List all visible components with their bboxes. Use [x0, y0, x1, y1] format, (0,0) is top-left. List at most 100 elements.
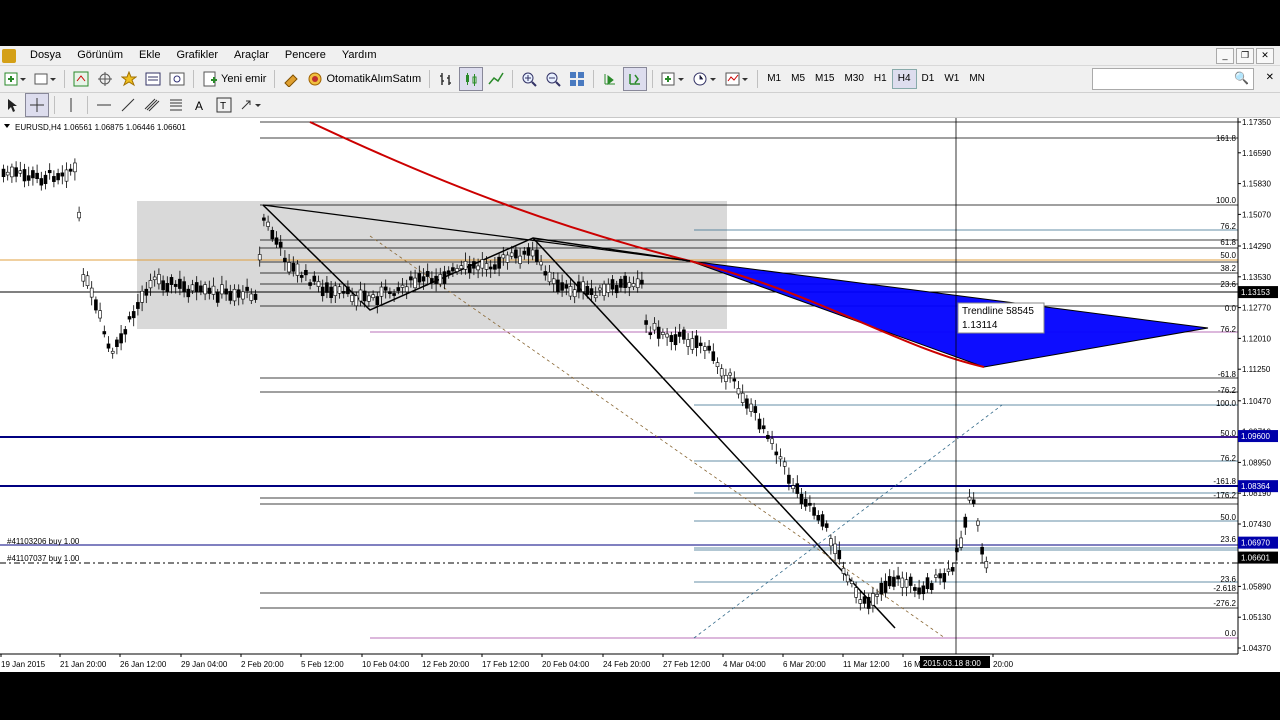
candle-body — [85, 275, 90, 287]
text-icon[interactable]: A — [189, 94, 211, 116]
price-chart[interactable]: 161.8 100.0 76.2 61.8 50.0 38.2 23.6 0.0 76.2 -61… — [0, 118, 1280, 672]
tester-icon[interactable] — [166, 68, 188, 90]
vertical-line-icon[interactable] — [60, 94, 82, 116]
price-tag-label: 1.09600 — [1241, 432, 1270, 441]
bar-chart-icon[interactable] — [435, 68, 457, 90]
close-search-icon[interactable]: ✕ — [1266, 72, 1274, 83]
new-order-button[interactable]: Yeni emir — [199, 68, 269, 90]
fib-label: 100.0 — [1216, 399, 1237, 408]
candle-body — [362, 290, 367, 302]
chart-area[interactable]: 161.8 100.0 76.2 61.8 50.0 38.2 23.6 0.0 76.2 -61… — [0, 118, 1280, 672]
search-icon[interactable]: 🔍 — [1234, 71, 1249, 85]
tooltip-value: 1.13114 — [962, 320, 998, 331]
metaeditor-icon[interactable] — [280, 68, 302, 90]
candle-body — [484, 263, 489, 270]
candle-body — [598, 287, 602, 291]
candle-body — [68, 168, 73, 172]
time-tick-label: 5 Feb 12:00 — [301, 660, 344, 669]
autotrade-button[interactable]: OtomatikAlımSatım — [304, 68, 424, 90]
candle-body — [669, 335, 674, 343]
timeframe-h4[interactable]: H4 — [891, 69, 917, 89]
timeframe-d1[interactable]: D1 — [917, 70, 940, 88]
trendline-icon[interactable] — [117, 94, 139, 116]
timeframe-m5[interactable]: M5 — [786, 70, 810, 88]
timeframe-mn[interactable]: MN — [964, 70, 990, 88]
navigator-icon[interactable] — [118, 68, 140, 90]
minimize-icon[interactable]: _ — [1216, 48, 1234, 64]
cursor-icon[interactable] — [1, 94, 23, 116]
candle-body — [501, 254, 506, 259]
autoscroll-icon[interactable] — [623, 67, 648, 91]
price-tag-label: 1.06970 — [1241, 539, 1270, 548]
timeframe-w1[interactable]: W1 — [939, 70, 964, 88]
crosshair-tool-icon[interactable] — [25, 93, 49, 117]
timeframe-m30[interactable]: M30 — [839, 70, 868, 88]
candle-body — [253, 293, 258, 300]
candle-body — [295, 263, 300, 276]
candle-body — [274, 237, 279, 245]
chart-shift-icon[interactable] — [599, 68, 621, 90]
candle-body — [934, 574, 938, 578]
candle-body — [761, 425, 766, 430]
candle-body — [577, 281, 581, 293]
candle-body — [526, 247, 531, 256]
candle-body — [157, 274, 161, 285]
candle-body — [866, 596, 871, 609]
candle-body — [766, 434, 770, 440]
window-controls: _ ❐ ✕ — [1216, 48, 1274, 64]
candle-body — [383, 286, 388, 291]
svg-text:A: A — [195, 99, 203, 113]
price-tick-label: 1.16590 — [1242, 149, 1271, 158]
menu-item-window[interactable]: Pencere — [277, 46, 334, 65]
profiles-button[interactable] — [31, 68, 59, 90]
timeframe-m15[interactable]: M15 — [810, 70, 839, 88]
market-watch-icon[interactable] — [70, 68, 92, 90]
fib-label: 50.0 — [1220, 513, 1236, 522]
candle-body — [144, 288, 149, 296]
crosshair-icon[interactable] — [94, 68, 116, 90]
candle-body — [287, 262, 291, 273]
symbol-info: EURUSD,H4 1.06561 1.06875 1.06446 1.0660… — [15, 123, 186, 132]
candlestick-icon[interactable] — [459, 67, 484, 91]
timeframe-m1[interactable]: M1 — [762, 70, 786, 88]
indicators-button[interactable] — [658, 68, 688, 90]
menu-item-view[interactable]: Görünüm — [69, 46, 131, 65]
fib-label: 0.0 — [1225, 304, 1237, 313]
fibonacci-icon[interactable] — [165, 94, 187, 116]
templates-button[interactable] — [722, 68, 752, 90]
candle-body — [161, 280, 165, 291]
candle-body — [241, 291, 245, 300]
line-chart-icon[interactable] — [485, 68, 507, 90]
search-input[interactable]: 🔍 — [1092, 68, 1254, 90]
close-icon[interactable]: ✕ — [1256, 48, 1274, 64]
candle-body — [438, 274, 443, 285]
price-tag-label: 1.13153 — [1241, 288, 1270, 297]
candle-body — [917, 587, 921, 595]
candle-body — [10, 166, 14, 178]
zoom-in-icon[interactable] — [518, 68, 540, 90]
zoom-out-icon[interactable] — [542, 68, 564, 90]
periods-button[interactable] — [690, 68, 720, 90]
arrows-button[interactable] — [237, 94, 267, 116]
restore-icon[interactable]: ❐ — [1236, 48, 1254, 64]
horizontal-line-icon[interactable] — [93, 94, 115, 116]
price-tick-label: 1.13530 — [1242, 273, 1271, 282]
menu-item-help[interactable]: Yardım — [334, 46, 385, 65]
menu-item-tools[interactable]: Araçlar — [226, 46, 277, 65]
timeframe-h1[interactable]: H1 — [869, 70, 892, 88]
candle-body — [505, 254, 510, 263]
menu-item-charts[interactable]: Grafikler — [168, 46, 226, 65]
terminal-icon[interactable] — [142, 68, 164, 90]
tile-windows-icon[interactable] — [566, 68, 588, 90]
candle-body — [850, 580, 854, 584]
text-label-icon[interactable]: T — [213, 94, 235, 116]
menu-item-insert[interactable]: Ekle — [131, 46, 168, 65]
channel-icon[interactable] — [141, 94, 163, 116]
candle-body — [791, 485, 795, 490]
new-chart-button[interactable] — [1, 68, 29, 90]
menu-item-file[interactable]: Dosya — [22, 46, 69, 65]
candle-body — [77, 211, 81, 219]
candle-body — [199, 285, 203, 293]
candle-body — [627, 282, 632, 288]
candle-body — [539, 261, 543, 266]
